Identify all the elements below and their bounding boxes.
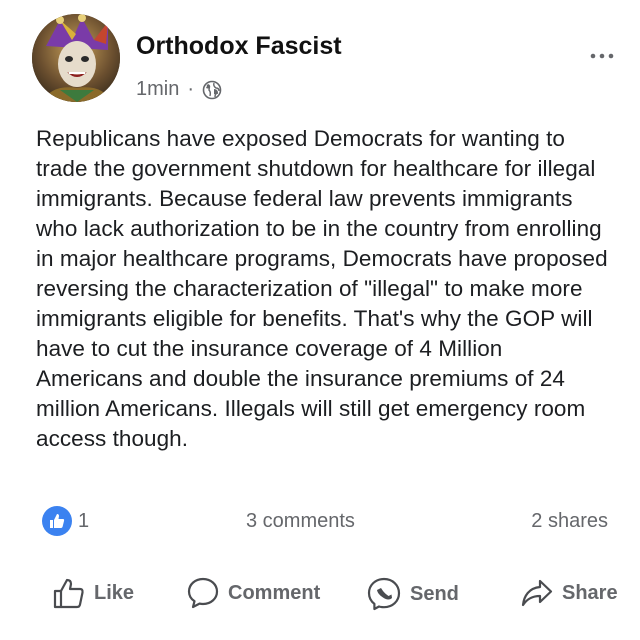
more-options-button[interactable] (582, 44, 622, 68)
comment-button[interactable]: Comment (186, 576, 320, 610)
comments-count[interactable]: 3 comments (246, 510, 355, 533)
reactions-summary[interactable]: 1 (42, 506, 89, 536)
like-button[interactable]: Like (52, 576, 134, 610)
post-header: Orthodox Fascist 1min · (32, 14, 622, 104)
meta-separator: · (187, 78, 195, 100)
send-button[interactable]: Send (366, 576, 459, 612)
post-meta: 1min · (136, 78, 222, 101)
messenger-icon (367, 577, 401, 611)
thumbs-up-outline-icon (53, 578, 84, 609)
comment-bubble-icon (187, 577, 219, 609)
send-label: Send (410, 582, 459, 605)
thumbs-up-icon (50, 514, 65, 528)
avatar[interactable] (32, 14, 120, 102)
more-options-icon (590, 53, 614, 59)
comment-label: Comment (228, 581, 321, 604)
post-body: Republicans have exposed Democrats for w… (36, 126, 608, 451)
like-count: 1 (78, 509, 90, 532)
share-button[interactable]: Share (520, 576, 618, 610)
author-name[interactable]: Orthodox Fascist (136, 32, 342, 61)
share-arrow-icon (521, 579, 553, 607)
share-label: Share (562, 581, 618, 604)
like-badge-icon (42, 506, 72, 536)
post-actions: Like Comment Send Share (0, 566, 640, 626)
globe-icon (202, 80, 222, 99)
avatar-image (32, 14, 120, 102)
like-label: Like (94, 581, 135, 604)
post-timestamp[interactable]: 1min (136, 78, 179, 101)
shares-count[interactable]: 2 shares (531, 510, 608, 533)
post-card: Orthodox Fascist 1min · Republicans have… (0, 0, 640, 640)
post-stats: 1 3 comments 2 shares (42, 506, 608, 540)
